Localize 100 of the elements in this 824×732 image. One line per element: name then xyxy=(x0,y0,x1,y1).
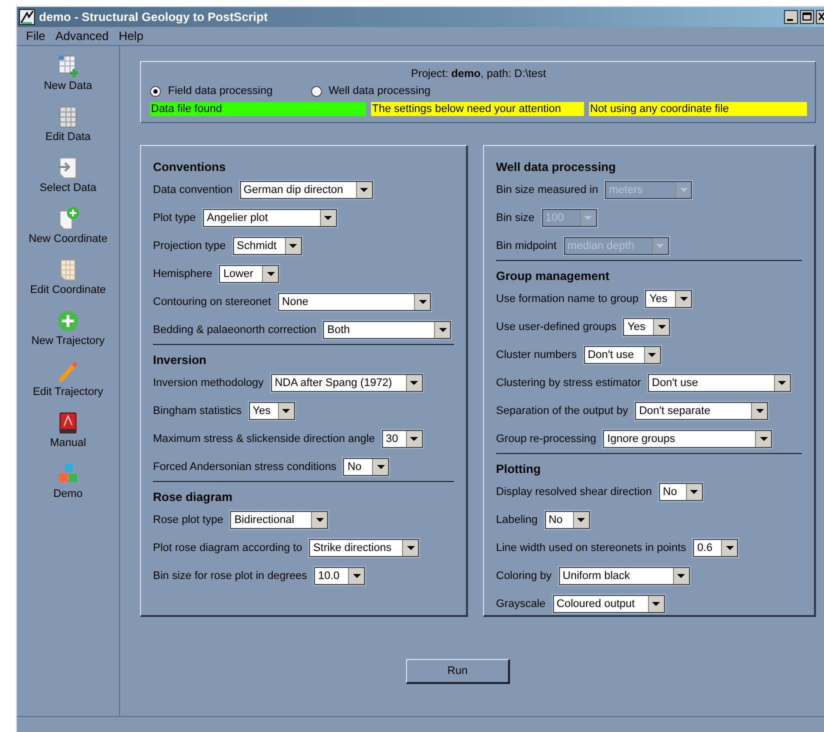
setting-label: Use formation name to group xyxy=(496,293,638,305)
radio-label[interactable]: Well data processing xyxy=(328,85,430,97)
dropdown[interactable]: No xyxy=(343,458,390,476)
sidebar-item[interactable]: New Trajectory xyxy=(31,309,105,356)
sidebar-item[interactable]: New Data xyxy=(44,54,92,101)
dropdown[interactable]: Coloured output xyxy=(552,595,665,613)
caret-icon xyxy=(414,294,430,310)
section-title: Group management xyxy=(496,269,610,283)
caret-icon xyxy=(672,568,689,584)
dropdown[interactable]: German dip directon xyxy=(240,181,372,199)
radio-button[interactable] xyxy=(310,86,322,96)
dropdown[interactable]: Strike directions xyxy=(309,539,420,557)
sidebar-item[interactable]: Demo xyxy=(53,462,83,509)
setting-label: Rose plot type xyxy=(153,514,224,526)
pencil-icon xyxy=(56,360,80,384)
sidebar-item[interactable]: Edit Data xyxy=(45,105,91,152)
section-title: Plotting xyxy=(496,462,542,476)
dropdown[interactable]: Both xyxy=(323,321,452,339)
caret-icon xyxy=(644,347,660,363)
setting-label: Separation of the output by xyxy=(496,405,628,417)
menu-item[interactable]: File xyxy=(26,29,46,43)
setting-label: Forced Andersonian stress conditions xyxy=(153,461,336,473)
setting-label: Group re-processing xyxy=(496,433,596,445)
sidebar-item[interactable]: Manual xyxy=(50,411,86,458)
caret-icon xyxy=(653,319,670,335)
caret-icon xyxy=(356,182,372,198)
caret-icon xyxy=(774,375,790,391)
caret-icon xyxy=(406,431,422,447)
menu-item[interactable]: Advanced xyxy=(55,29,109,43)
app-icon xyxy=(19,9,35,25)
dropdown[interactable]: Yes xyxy=(248,402,295,420)
dropdown[interactable]: Yes xyxy=(623,318,670,336)
setting-label: Bin midpoint xyxy=(496,240,557,252)
sidebar-item[interactable]: New Coordinate xyxy=(28,207,108,254)
caret-icon xyxy=(675,291,692,307)
setting-label: Plot rose diagram according to xyxy=(153,542,302,554)
setting-label: Bingham statistics xyxy=(153,405,242,417)
maximize-icon[interactable] xyxy=(800,10,814,24)
menu-item[interactable]: Help xyxy=(118,29,144,43)
caret-icon xyxy=(262,266,278,282)
caret-icon xyxy=(755,431,772,447)
dropdown[interactable]: No xyxy=(544,511,590,529)
caret-icon xyxy=(721,540,738,556)
radio-label[interactable]: Field data processing xyxy=(168,85,273,97)
setting-label: Bin size xyxy=(496,212,535,224)
setting-label: Grayscale xyxy=(496,598,546,610)
setting-label: Line width used on stereonets in points xyxy=(496,542,686,554)
setting-label: Plot type xyxy=(153,212,196,224)
sidebar-item[interactable]: Edit Trajectory xyxy=(32,360,104,407)
dropdown[interactable]: Ignore groups xyxy=(603,430,772,448)
caret-icon xyxy=(675,182,692,198)
setting-label: Inversion methodology xyxy=(153,377,264,389)
section-title: Conventions xyxy=(153,160,227,174)
caret-icon xyxy=(402,540,418,556)
project-info: Project: demo, path: D:\test xyxy=(410,68,548,80)
caret-icon xyxy=(372,459,388,475)
setting-label: Coloring by xyxy=(496,570,552,582)
caret-icon xyxy=(751,403,768,419)
setting-label: Contouring on stereonet xyxy=(153,296,272,308)
status-message: Not using any coordinate file xyxy=(589,102,807,116)
setting-label: Bin size measured in xyxy=(496,184,598,196)
caret-icon xyxy=(278,403,294,419)
setting-label: Data convention xyxy=(153,184,232,196)
dropdown[interactable]: 30 xyxy=(382,430,423,448)
dropdown[interactable]: Don't separate xyxy=(635,402,768,420)
setting-label: Hemisphere xyxy=(153,268,212,280)
status-message: Data file found xyxy=(150,102,366,116)
section-title: Inversion xyxy=(153,353,208,367)
sidebar-item[interactable]: Edit Coordinate xyxy=(30,258,106,305)
run-button[interactable]: Run xyxy=(406,659,510,684)
dropdown[interactable]: NDA after Spang (1972) xyxy=(270,374,423,392)
dropdown[interactable]: Angelier plot xyxy=(202,209,337,227)
caret-icon xyxy=(406,375,422,391)
window-title: demo - Structural Geology to PostScript xyxy=(39,10,269,24)
setting-label: Clustering by stress estimator xyxy=(496,377,641,389)
dropdown[interactable]: No xyxy=(658,483,703,501)
setting-label: Projection type xyxy=(153,240,226,252)
dropdown[interactable]: Schmidt xyxy=(232,237,302,255)
dropdown[interactable]: Yes xyxy=(645,290,692,308)
setting-label: Maximum stress & slickenside direction angle xyxy=(153,433,375,445)
section-title: Rose diagram xyxy=(153,490,234,504)
dropdown[interactable]: 0.6 xyxy=(693,539,738,557)
close-icon[interactable] xyxy=(816,10,824,24)
dropdown[interactable]: Bidirectional xyxy=(230,511,328,529)
setting-label: Use user-defined groups xyxy=(496,321,616,333)
sidebar-item[interactable]: Select Data xyxy=(40,156,96,203)
setting-label: Display resolved shear direction xyxy=(496,486,652,498)
caret-icon xyxy=(348,568,364,584)
radio-button[interactable] xyxy=(150,86,161,96)
dropdown[interactable]: Don't use xyxy=(584,346,661,364)
dropdown[interactable]: Uniform black xyxy=(558,567,690,585)
caret-icon xyxy=(580,210,596,226)
dropdown[interactable]: None xyxy=(278,293,432,311)
dropdown[interactable]: Lower xyxy=(219,265,280,283)
dropdown[interactable]: 10.0 xyxy=(314,567,366,585)
status-message: The settings below need your attention xyxy=(371,102,584,116)
section-title: Well data processing xyxy=(496,160,617,174)
caret-icon xyxy=(652,238,668,254)
minimize-icon[interactable] xyxy=(784,10,798,24)
dropdown[interactable]: Don't use xyxy=(648,374,791,392)
